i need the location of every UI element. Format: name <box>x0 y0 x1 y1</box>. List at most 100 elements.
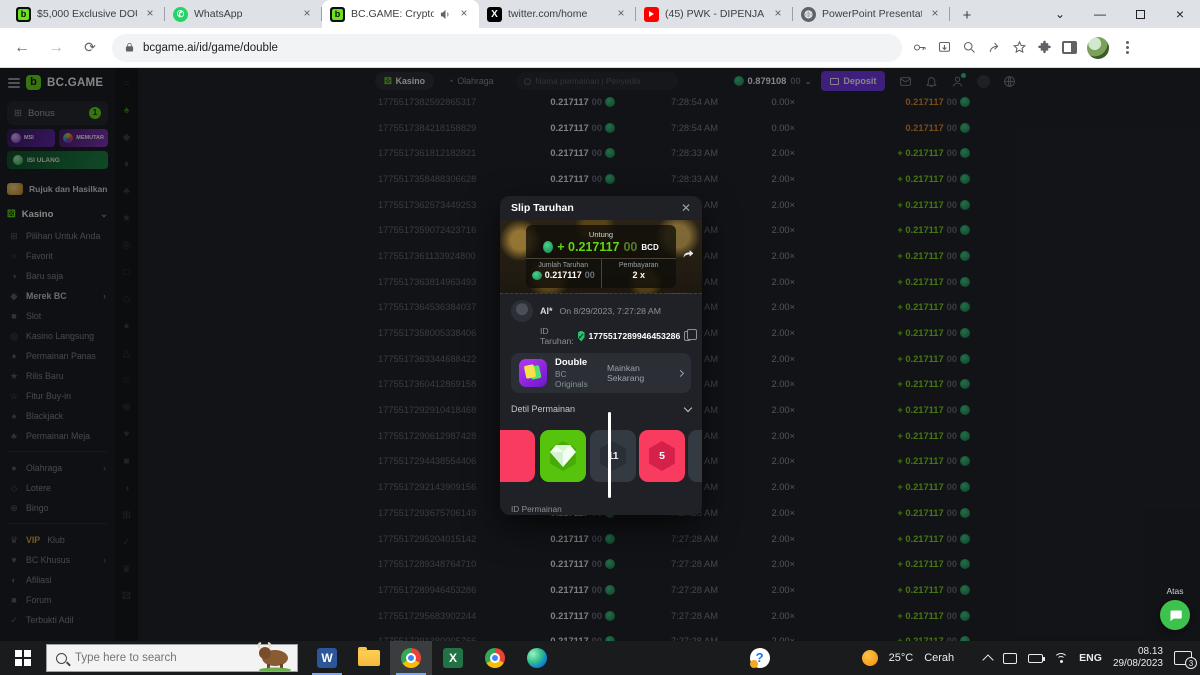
clock-time: 08.13 <box>1113 646 1163 658</box>
clock-date: 29/08/2023 <box>1113 658 1163 670</box>
result-tile-dark-partial <box>688 430 702 482</box>
browser-menu-icon[interactable] <box>1119 41 1135 54</box>
start-button[interactable] <box>0 641 46 675</box>
tab-powerpoint[interactable]: ◍ PowerPoint Presentat × <box>793 0 950 28</box>
taskbar-search-box[interactable] <box>46 644 298 672</box>
bookmark-star-icon[interactable] <box>1012 40 1027 55</box>
tab-title: PowerPoint Presentat <box>822 8 922 20</box>
reload-button[interactable]: ⟳ <box>78 39 102 56</box>
weather-sun-icon[interactable] <box>862 650 878 666</box>
live-chat-button[interactable] <box>1160 600 1190 630</box>
payout-label: Pembayaran <box>602 262 677 269</box>
new-tab-button[interactable]: + <box>954 2 980 28</box>
game-id-label: ID Permainan <box>511 504 691 514</box>
tab-audio-icon[interactable] <box>440 9 451 20</box>
side-panel-icon[interactable] <box>1062 41 1077 54</box>
modal-close-icon[interactable]: ✕ <box>681 201 691 215</box>
tab-title: $5,000 Exclusive DOU <box>37 8 137 20</box>
result-tile-green-diamond <box>540 430 586 482</box>
language-indicator[interactable]: ENG <box>1079 652 1102 664</box>
bcgame-favicon-icon: b <box>330 7 345 22</box>
window-maximize-button[interactable] <box>1120 0 1160 28</box>
battery-icon[interactable] <box>1028 654 1043 663</box>
tab-title: BC.GAME: Crypto <box>351 8 434 20</box>
game-provider: BC Originals <box>555 369 599 389</box>
tab-close-icon[interactable]: × <box>300 7 314 21</box>
back-button[interactable]: ← <box>10 39 34 57</box>
tile-number: 11 <box>598 441 628 471</box>
address-bar[interactable]: bcgame.ai/id/game/double <box>112 34 902 62</box>
search-highlight-bull-image[interactable] <box>253 641 295 671</box>
window-minimize-button[interactable]: — <box>1080 0 1120 28</box>
forward-button[interactable]: → <box>44 39 68 57</box>
bcgame-page: b BC.GAME ⊞ Bonus 1 MSI MEMUTAR ISI ULAN… <box>0 68 1200 641</box>
tile-number: 5 <box>647 441 677 471</box>
install-download-icon[interactable] <box>937 40 952 55</box>
tab-close-icon[interactable]: × <box>771 7 785 21</box>
taskbar-chrome-active-icon[interactable] <box>390 641 432 675</box>
bet-timestamp: On 8/29/2023, 7:27:28 AM <box>560 306 661 316</box>
taskbar-search-input[interactable] <box>75 652 225 664</box>
profit-amount-dim: 00 <box>623 240 637 254</box>
bcd-coin-icon <box>532 271 542 280</box>
game-detail-label: Detil Permainan <box>511 404 575 414</box>
tab-close-icon[interactable]: × <box>928 7 942 21</box>
extensions-puzzle-icon[interactable] <box>1037 40 1052 55</box>
tab-youtube[interactable]: (45) PWK - DIPENJARA × <box>636 0 793 28</box>
bcgame-favicon-icon: b <box>16 7 31 22</box>
tab-close-icon[interactable]: × <box>143 7 157 21</box>
clock[interactable]: 08.13 29/08/2023 <box>1113 646 1163 670</box>
help-icon[interactable]: ? <box>750 648 770 668</box>
back-to-top[interactable]: Atas <box>1160 586 1190 630</box>
copy-icon[interactable] <box>684 331 691 341</box>
taskbar-edge-icon[interactable] <box>516 641 558 675</box>
windows-logo-icon <box>15 650 31 666</box>
play-now-label: Mainkan Sekarang <box>607 363 675 383</box>
tab-bcgame-active[interactable]: b BC.GAME: Crypto × <box>322 0 479 28</box>
verified-shield-icon: ✓ <box>578 331 585 342</box>
tablet-mode-icon[interactable] <box>1003 653 1017 664</box>
search-zoom-icon[interactable] <box>962 40 977 55</box>
action-center-icon[interactable]: 3 <box>1174 651 1192 665</box>
chat-bubble-icon <box>1168 608 1183 623</box>
wifi-icon[interactable] <box>1054 653 1068 664</box>
untung-label: Untung <box>526 230 676 239</box>
password-key-icon[interactable] <box>912 40 927 55</box>
bet-id-value: 1775517289946453286 <box>589 331 681 341</box>
double-result-strip: 11 5 <box>511 420 691 498</box>
result-tile-11: 11 <box>590 430 636 482</box>
weather-desc[interactable]: Cerah <box>924 652 954 664</box>
tab-title: WhatsApp <box>194 8 294 20</box>
tab-whatsapp[interactable]: ✆ WhatsApp × <box>165 0 322 28</box>
tab-close-icon[interactable]: × <box>614 7 628 21</box>
taskbar-chrome-icon[interactable] <box>474 641 516 675</box>
bet-amount-label: Jumlah Taruhan <box>526 262 601 269</box>
taskbar-file-explorer-icon[interactable] <box>348 641 390 675</box>
share-icon[interactable] <box>987 40 1002 55</box>
taskbar-word-icon[interactable]: W <box>306 641 348 675</box>
tab-title: twitter.com/home <box>508 8 608 20</box>
browser-toolbar: ← → ⟳ bcgame.ai/id/game/double <box>0 28 1200 68</box>
share-bet-button[interactable] <box>682 248 695 266</box>
window-close-button[interactable]: × <box>1160 0 1200 28</box>
tab-twitter[interactable]: X twitter.com/home × <box>479 0 636 28</box>
globe-favicon-icon: ◍ <box>801 7 816 22</box>
lock-icon <box>124 42 135 53</box>
double-game-icon <box>519 359 547 387</box>
tray-expand-icon[interactable] <box>983 654 994 665</box>
taskbar-excel-icon[interactable]: X <box>432 641 474 675</box>
youtube-favicon-icon <box>644 7 659 22</box>
weather-temp[interactable]: 25°C <box>889 652 914 664</box>
payout-value: 2 x <box>602 270 677 280</box>
bet-slip-modal: Slip Taruhan ✕ Untung + 0.21711700 BCD J… <box>500 196 702 515</box>
game-detail-toggle[interactable]: Detil Permainan <box>511 400 691 418</box>
tab-search-chevron-icon[interactable]: ⌄ <box>1040 0 1080 28</box>
play-now-link[interactable]: Mainkan Sekarang <box>607 363 683 383</box>
game-card[interactable]: Double BC Originals Mainkan Sekarang <box>511 353 691 393</box>
modal-title: Slip Taruhan <box>511 202 574 214</box>
tab-close-icon[interactable]: × <box>457 7 471 21</box>
profit-banner: Untung + 0.21711700 BCD Jumlah Taruhan 0… <box>500 220 702 294</box>
profit-card: Untung + 0.21711700 BCD Jumlah Taruhan 0… <box>526 225 676 288</box>
tab-bcgame-promo[interactable]: b $5,000 Exclusive DOU × <box>8 0 165 28</box>
profile-avatar[interactable] <box>1087 37 1109 59</box>
